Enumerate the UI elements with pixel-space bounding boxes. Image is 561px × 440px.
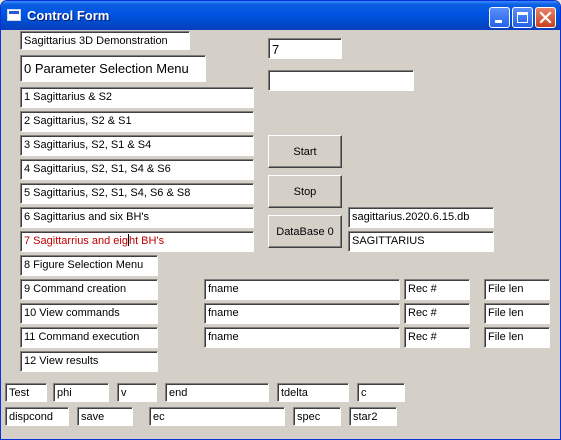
param-spec-field[interactable]: spec (293, 407, 341, 426)
param-test-field[interactable]: Test (5, 383, 47, 402)
command-fname-11[interactable]: fname (204, 327, 400, 348)
minimize-icon (490, 8, 509, 27)
start-button-label: Start (293, 146, 317, 158)
stop-button[interactable]: Stop (268, 175, 342, 208)
menu-item-7[interactable]: 7 Sagittarrius and eight BH's (20, 231, 254, 252)
title-bar[interactable]: Control Form (1, 1, 560, 30)
demo-title-field[interactable]: Sagittarius 3D Demonstration (20, 31, 190, 50)
command-fname-10[interactable]: fname (204, 303, 400, 324)
param-dispcond-field[interactable]: dispcond (5, 407, 69, 426)
window-icon (7, 9, 21, 21)
maximize-button[interactable] (512, 7, 533, 28)
param-phi-field[interactable]: phi (53, 383, 109, 402)
command-len-11[interactable]: File len (484, 327, 550, 348)
menu-item-6[interactable]: 6 Sagittarius and six BH's (20, 207, 254, 228)
control-form-window: Control Form Sagittarius 3D Demonstratio… (0, 0, 561, 440)
command-label-9[interactable]: 9 Command creation (20, 279, 158, 300)
command-label-11[interactable]: 11 Command execution (20, 327, 158, 348)
command-label-10[interactable]: 10 View commands (20, 303, 158, 324)
database-button-label: DataBase 0 (276, 226, 334, 238)
close-icon (536, 8, 555, 27)
command-len-9[interactable]: File len (484, 279, 550, 300)
command-rec-10[interactable]: Rec # (404, 303, 470, 324)
blank-field[interactable] (268, 70, 414, 91)
command-rec-9[interactable]: Rec # (404, 279, 470, 300)
menu-item-7-text-start: 7 Sagittarrius and eig (24, 235, 128, 247)
param-c-field[interactable]: c (357, 383, 405, 402)
minimize-button[interactable] (489, 7, 510, 28)
database-button[interactable]: DataBase 0 (268, 215, 342, 248)
param-star2-field[interactable]: star2 (349, 407, 397, 426)
menu-item-7-text-end: ht BH's (128, 235, 165, 247)
param-save-field[interactable]: save (77, 407, 133, 426)
close-button[interactable] (535, 7, 556, 28)
param-v-field[interactable]: v (117, 383, 157, 402)
command-fname-9[interactable]: fname (204, 279, 400, 300)
menu-item-5[interactable]: 5 Sagittarius, S2, S1, S4, S6 & S8 (20, 183, 254, 204)
command-rec-11[interactable]: Rec # (404, 327, 470, 348)
menu-item-4[interactable]: 4 Sagittarius, S2, S1, S4 & S6 (20, 159, 254, 180)
parameter-menu-field[interactable]: 0 Parameter Selection Menu (20, 55, 206, 82)
figure-menu-field[interactable]: 8 Figure Selection Menu (20, 255, 158, 276)
param-tdelta-field[interactable]: tdelta (277, 383, 349, 402)
stop-button-label: Stop (293, 186, 317, 198)
param-end-field[interactable]: end (165, 383, 269, 402)
param-ec-field[interactable]: ec (149, 407, 285, 426)
maximize-icon (513, 8, 532, 27)
menu-item-3[interactable]: 3 Sagittarius, S2, S1 & S4 (20, 135, 254, 156)
database-name-field[interactable]: SAGITTARIUS (348, 231, 494, 252)
database-file-field[interactable]: sagittarius.2020.6.15.db (348, 207, 494, 228)
menu-item-1[interactable]: 1 Sagittarius & S2 (20, 87, 254, 108)
menu-item-2[interactable]: 2 Sagittarius, S2 & S1 (20, 111, 254, 132)
view-results-field[interactable]: 12 View results (20, 351, 158, 372)
command-len-10[interactable]: File len (484, 303, 550, 324)
number-field[interactable]: 7 (268, 38, 342, 59)
window-title: Control Form (27, 8, 110, 23)
start-button[interactable]: Start (268, 135, 342, 168)
